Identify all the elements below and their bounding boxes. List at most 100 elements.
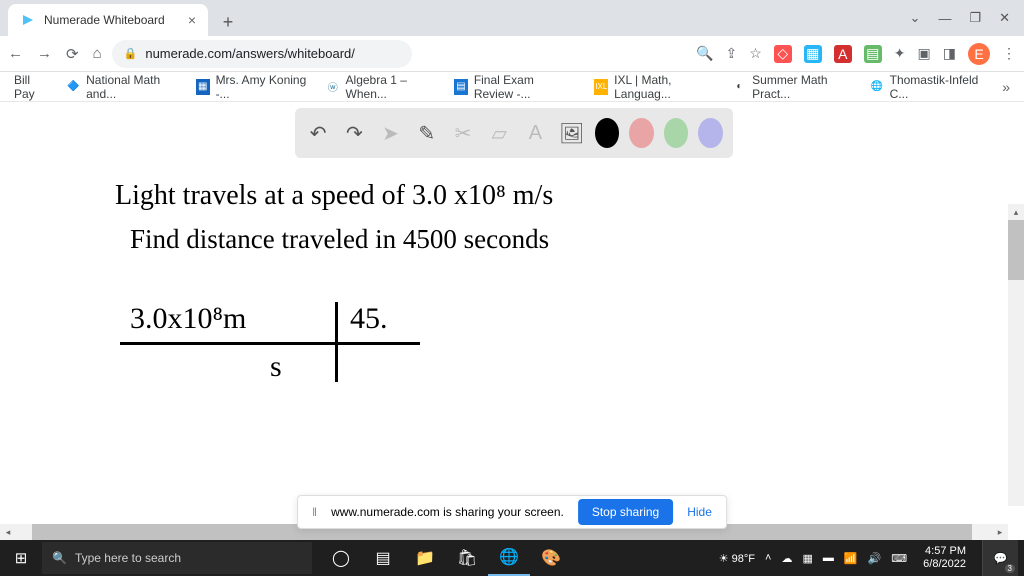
handwriting-fraction-numerator: 3.0x10⁸m (130, 302, 246, 336)
onedrive-icon[interactable]: ☁ (781, 552, 792, 565)
tab-title: Numerade Whiteboard (44, 13, 165, 27)
hide-banner-button[interactable]: Hide (687, 505, 712, 519)
bookmark-favicon: 🌐 (870, 79, 884, 95)
windows-taskbar: ⊞ 🔍 Type here to search ◯ ▤ 📁 🛍 🌐 🎨 ☀ 98… (0, 540, 1024, 576)
nav-icons: ← → ⟳ ⌂ (8, 45, 102, 63)
weather-widget[interactable]: ☀ 98°F (719, 552, 755, 565)
start-button[interactable]: ⊞ (0, 549, 42, 567)
bookmark-item[interactable]: 🌐Thomastik-Infeld C... (870, 73, 984, 101)
handwriting-fraction-denominator: s (270, 350, 282, 384)
wifi-icon[interactable]: 📶 (844, 552, 858, 565)
search-placeholder: Type here to search (75, 551, 181, 565)
extension-icon[interactable]: ▦ (804, 45, 822, 63)
share-message: www.numerade.com is sharing your screen. (331, 505, 564, 519)
omnibox[interactable]: 🔒 numerade.com/answers/whiteboard/ (112, 40, 412, 68)
task-view-icon[interactable]: ◯ (320, 540, 362, 576)
address-bar-right: 🔍 ⇪ ☆ ◇ ▦ A ▤ ✦ ▣ ◨ E ⋮ (696, 43, 1016, 65)
screen-share-banner: ‖ www.numerade.com is sharing your scree… (297, 495, 727, 529)
home-icon[interactable]: ⌂ (93, 45, 102, 63)
stop-sharing-button[interactable]: Stop sharing (578, 499, 673, 525)
pointer-icon[interactable]: ➤ (377, 117, 403, 149)
maximize-icon[interactable]: ❐ (969, 10, 981, 26)
share-icon[interactable]: ⇪ (726, 45, 738, 62)
forward-icon[interactable]: → (37, 45, 52, 63)
tools-icon[interactable]: ✂ (450, 117, 476, 149)
close-icon[interactable]: × (188, 12, 196, 28)
taskbar-clock[interactable]: 4:57 PM 6/8/2022 (917, 545, 972, 571)
window-controls: ⌄ — ❐ ✕ (910, 0, 1024, 36)
extension-icon[interactable]: A (834, 45, 852, 63)
notifications-icon[interactable]: 💬3 (982, 540, 1018, 576)
tab-favicon (20, 12, 36, 28)
image-icon[interactable]: 🖼 (559, 117, 585, 149)
bookmark-item[interactable]: ⓦAlgebra 1 – When... (326, 73, 436, 101)
extensions-icon[interactable]: ✦ (894, 45, 906, 62)
extension-icon[interactable]: ◇ (774, 45, 792, 63)
handwriting-line: Find distance traveled in 4500 seconds (130, 224, 549, 255)
bookmark-favicon: 🔷 (66, 79, 80, 95)
star-icon[interactable]: ☆ (749, 45, 762, 62)
cortana-icon[interactable]: ▤ (362, 540, 404, 576)
browser-tab[interactable]: Numerade Whiteboard × (8, 4, 208, 36)
extension-icon[interactable]: ▤ (864, 45, 882, 63)
redo-icon[interactable]: ↷ (341, 117, 367, 149)
bookmark-item[interactable]: IXLIXL | Math, Languag... (594, 73, 714, 101)
scroll-left-icon[interactable]: ◂ (0, 524, 16, 540)
bookmark-favicon: ▦ (196, 79, 210, 95)
bookmark-item[interactable]: ▦Mrs. Amy Koning -... (196, 73, 308, 101)
color-purple[interactable] (698, 118, 723, 148)
color-pink[interactable] (629, 118, 654, 148)
zoom-icon[interactable]: 🔍 (696, 45, 713, 62)
scroll-right-icon[interactable]: ▸ (992, 524, 1008, 540)
chevron-down-icon[interactable]: ⌄ (910, 10, 921, 26)
handwriting-fraction-numerator2: 45. (350, 302, 388, 336)
pen-icon[interactable]: ✎ (414, 117, 440, 149)
bookmarks-overflow-icon[interactable]: » (1002, 79, 1010, 95)
language-icon[interactable]: ⌨ (891, 552, 907, 565)
bookmark-item[interactable]: Bill Pay (14, 73, 48, 101)
minimize-icon[interactable]: — (938, 11, 951, 26)
new-tab-button[interactable]: + (214, 8, 242, 36)
undo-icon[interactable]: ↶ (305, 117, 331, 149)
side-panel-icon[interactable]: ◨ (943, 45, 956, 62)
text-icon[interactable]: A (522, 117, 548, 149)
reload-icon[interactable]: ⟳ (66, 45, 79, 63)
vertical-scrollbar[interactable]: ▴ (1008, 204, 1024, 506)
tray-overflow-icon[interactable]: ˄ (765, 552, 771, 564)
color-green[interactable] (664, 118, 689, 148)
taskbar-apps: ◯ ▤ 📁 🛍 🌐 🎨 (320, 540, 572, 576)
cast-icon[interactable]: ▣ (918, 45, 931, 62)
avatar[interactable]: E (968, 43, 990, 65)
security-icon[interactable]: ▦ (802, 552, 812, 565)
whiteboard-toolbar: ↶ ↷ ➤ ✎ ✂ ▱ A 🖼 (295, 108, 733, 158)
url-text: numerade.com/answers/whiteboard/ (145, 46, 355, 61)
lock-icon: 🔒 (124, 47, 138, 60)
fraction-bar (120, 342, 420, 345)
bookmark-favicon: ◐ (733, 79, 747, 95)
battery-icon[interactable]: ▬ (823, 552, 834, 564)
back-icon[interactable]: ← (8, 45, 23, 63)
chrome-icon[interactable]: 🌐 (488, 540, 530, 576)
store-icon[interactable]: 🛍 (446, 540, 488, 576)
app-icon[interactable]: 🎨 (530, 540, 572, 576)
close-window-icon[interactable]: ✕ (999, 10, 1010, 26)
whiteboard-canvas[interactable]: Light travels at a speed of 3.0 x10⁸ m/s… (0, 162, 1024, 542)
eraser-icon[interactable]: ▱ (486, 117, 512, 149)
bookmark-item[interactable]: ▤Final Exam Review -... (454, 73, 576, 101)
scroll-up-icon[interactable]: ▴ (1008, 204, 1024, 220)
bookmarks-bar: Bill Pay 🔷National Math and... ▦Mrs. Amy… (0, 72, 1024, 102)
taskbar-search[interactable]: 🔍 Type here to search (42, 542, 312, 574)
pause-icon: ‖ (312, 505, 317, 519)
bookmark-favicon: ⓦ (326, 79, 340, 95)
system-tray: ☀ 98°F ˄ ☁ ▦ ▬ 📶 🔊 ⌨ 4:57 PM 6/8/2022 💬3 (719, 540, 1024, 576)
bookmark-item[interactable]: ◐Summer Math Pract... (733, 73, 852, 101)
bookmark-item[interactable]: 🔷National Math and... (66, 73, 177, 101)
fraction-divider (335, 302, 338, 382)
scrollbar-thumb[interactable] (1008, 220, 1024, 280)
color-black[interactable] (595, 118, 620, 148)
bookmark-favicon: IXL (594, 79, 608, 95)
explorer-icon[interactable]: 📁 (404, 540, 446, 576)
kebab-menu-icon[interactable]: ⋮ (1002, 45, 1016, 62)
search-icon: 🔍 (52, 551, 67, 565)
volume-icon[interactable]: 🔊 (868, 552, 882, 565)
